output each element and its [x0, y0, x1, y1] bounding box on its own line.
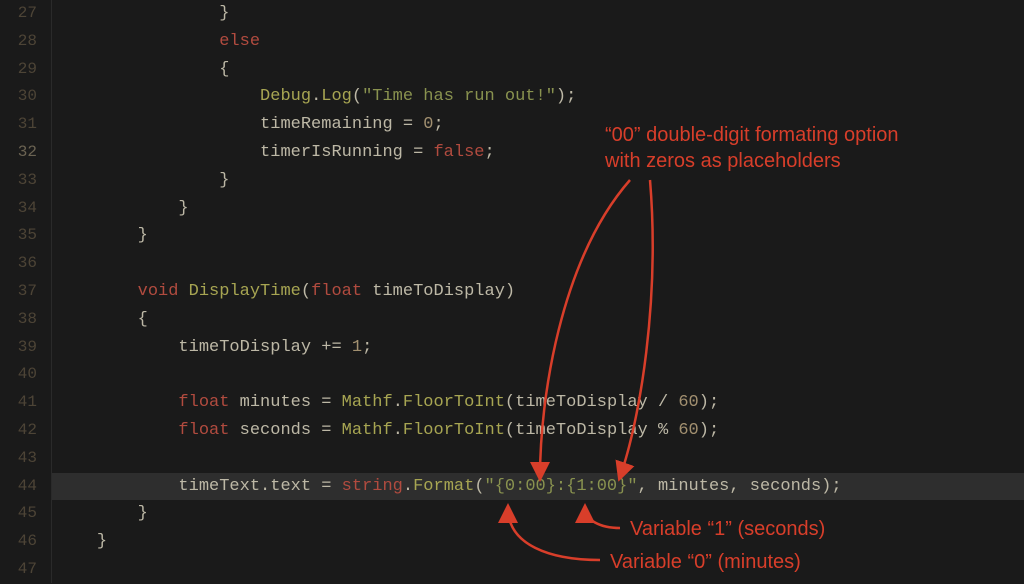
code-line-30: Debug.Log("Time has run out!");: [52, 83, 1024, 111]
code-line-47: [52, 556, 1024, 584]
code-line-45: }: [52, 500, 1024, 528]
code-line-42: float seconds = Mathf.FloorToInt(timeToD…: [52, 417, 1024, 445]
code-line-46: }: [52, 528, 1024, 556]
line-number: 32: [0, 139, 37, 167]
line-number: 33: [0, 167, 37, 195]
line-number: 41: [0, 389, 37, 417]
line-number: 42: [0, 417, 37, 445]
line-number: 30: [0, 83, 37, 111]
line-number: 44: [0, 473, 37, 501]
code-line-36: [52, 250, 1024, 278]
code-line-38: {: [52, 306, 1024, 334]
line-number: 45: [0, 500, 37, 528]
code-line-44: timeText.text = string.Format("{0:00}:{1…: [52, 473, 1024, 501]
code-editor: 2728293031323334353637383940414243444546…: [0, 0, 1024, 583]
line-number: 38: [0, 306, 37, 334]
code-line-39: timeToDisplay += 1;: [52, 334, 1024, 362]
line-number: 37: [0, 278, 37, 306]
line-number: 47: [0, 556, 37, 584]
code-line-28: else: [52, 28, 1024, 56]
code-line-41: float minutes = Mathf.FloorToInt(timeToD…: [52, 389, 1024, 417]
line-number: 29: [0, 56, 37, 84]
code-line-27: }: [52, 0, 1024, 28]
line-number: 35: [0, 222, 37, 250]
line-number: 27: [0, 0, 37, 28]
annotation-var1: Variable “1” (seconds): [630, 516, 825, 542]
code-line-37: void DisplayTime(float timeToDisplay): [52, 278, 1024, 306]
line-number: 34: [0, 195, 37, 223]
code-area[interactable]: } else { Debug.Log("Time has run out!");…: [52, 0, 1024, 583]
line-number: 28: [0, 28, 37, 56]
line-number: 39: [0, 334, 37, 362]
line-number: 40: [0, 361, 37, 389]
line-number-gutter: 2728293031323334353637383940414243444546…: [0, 0, 52, 583]
code-line-34: }: [52, 195, 1024, 223]
code-line-40: [52, 361, 1024, 389]
annotation-format-option: “00” double-digit formating option with …: [605, 122, 1005, 174]
line-number: 43: [0, 445, 37, 473]
annotation-var0: Variable “0” (minutes): [610, 549, 801, 575]
line-number: 46: [0, 528, 37, 556]
line-number: 36: [0, 250, 37, 278]
code-line-35: }: [52, 222, 1024, 250]
line-number: 31: [0, 111, 37, 139]
code-line-43: [52, 445, 1024, 473]
code-line-29: {: [52, 56, 1024, 84]
